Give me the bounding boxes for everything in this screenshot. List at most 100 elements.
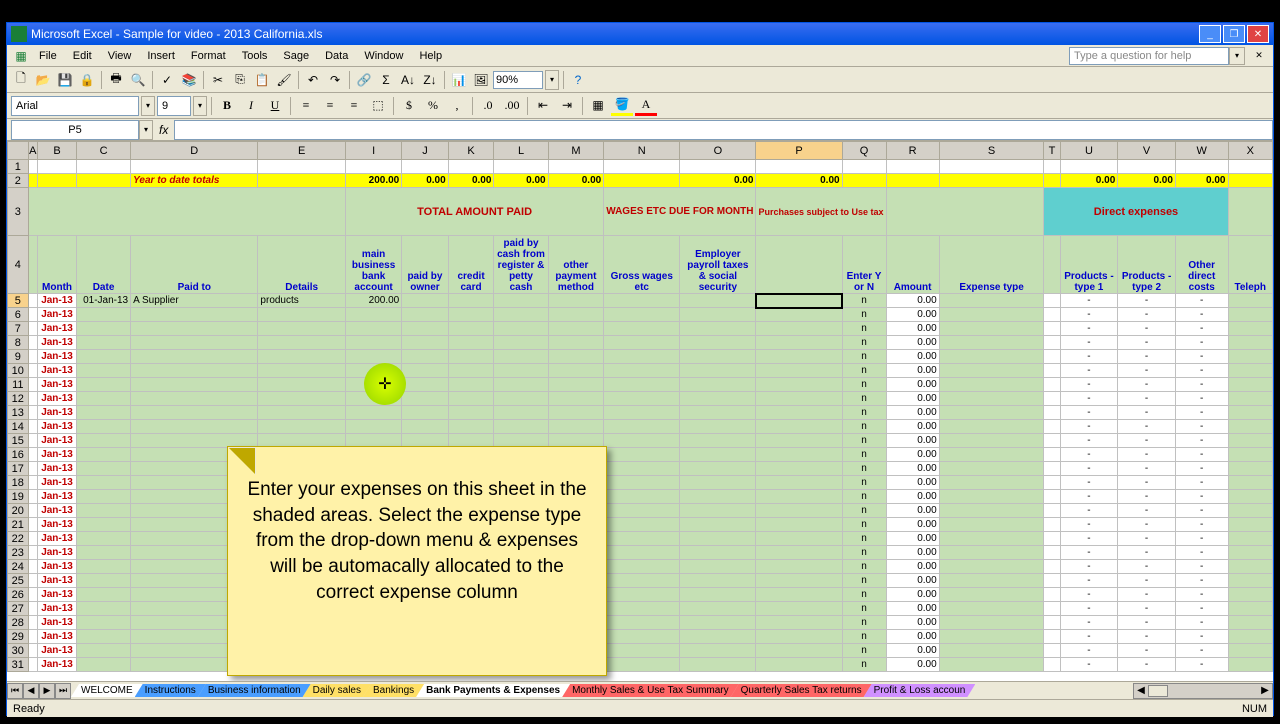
font-color-icon[interactable]: A — [635, 96, 657, 116]
hyperlink-icon[interactable]: 🔗 — [354, 70, 374, 90]
copy-icon[interactable]: ⎘ — [230, 70, 250, 90]
col-header-T[interactable]: T — [1044, 142, 1060, 160]
new-icon[interactable]: 🗋 — [11, 70, 31, 90]
menu-help[interactable]: Help — [411, 48, 450, 64]
tab-daily-sales[interactable]: Daily sales — [303, 684, 371, 697]
currency-icon[interactable]: $ — [398, 96, 420, 116]
help-dropdown[interactable]: ▾ — [1229, 47, 1245, 65]
print-icon[interactable]: 🖶 — [106, 70, 126, 90]
col-header-E[interactable]: E — [258, 142, 346, 160]
tab-prev-icon[interactable]: ◀ — [23, 683, 39, 699]
tab-profit-&-loss-accoun[interactable]: Profit & Loss accoun — [864, 684, 976, 697]
italic-button[interactable]: I — [240, 96, 262, 116]
col-header-V[interactable]: V — [1118, 142, 1176, 160]
paste-icon[interactable]: 📋 — [252, 70, 272, 90]
bold-button[interactable]: B — [216, 96, 238, 116]
namebox-dropdown[interactable]: ▾ — [139, 120, 153, 140]
align-left-icon[interactable]: ≡ — [295, 96, 317, 116]
col-header-P[interactable]: P — [756, 142, 842, 160]
col-header-A[interactable]: A — [28, 142, 37, 160]
tab-nav[interactable]: ⏮ ◀ ▶ ⏭ — [7, 683, 71, 699]
menu-file[interactable]: File — [31, 48, 65, 64]
help-icon[interactable]: ? — [568, 70, 588, 90]
col-header-D[interactable]: D — [131, 142, 258, 160]
col-header-L[interactable]: L — [494, 142, 548, 160]
fill-color-icon[interactable]: 🪣 — [611, 96, 633, 116]
col-header-S[interactable]: S — [939, 142, 1044, 160]
col-header-I[interactable]: I — [345, 142, 401, 160]
col-header-M[interactable]: M — [548, 142, 604, 160]
align-right-icon[interactable]: ≡ — [343, 96, 365, 116]
menu-window[interactable]: Window — [356, 48, 411, 64]
doc-close-button[interactable]: ✕ — [1249, 46, 1269, 66]
tab-business-information[interactable]: Business information — [198, 684, 311, 697]
col-header-W[interactable]: W — [1175, 142, 1228, 160]
menu-format[interactable]: Format — [183, 48, 234, 64]
dec-decimal-icon[interactable]: .00 — [501, 96, 523, 116]
spreadsheet-grid[interactable]: ABCDEIJKLMNOPQRSTUVWX12Year to date tota… — [7, 141, 1273, 681]
font-name[interactable]: Arial — [11, 96, 139, 116]
chart-icon[interactable]: 📊 — [449, 70, 469, 90]
menu-sage[interactable]: Sage — [275, 48, 317, 64]
permission-icon[interactable]: 🔒 — [77, 70, 97, 90]
save-icon[interactable]: 💾 — [55, 70, 75, 90]
col-header-K[interactable]: K — [448, 142, 494, 160]
maximize-button[interactable]: ❐ — [1223, 25, 1245, 43]
zoom-box[interactable]: 90% — [493, 71, 543, 89]
dec-indent-icon[interactable]: ⇤ — [532, 96, 554, 116]
col-header-X[interactable]: X — [1228, 142, 1273, 160]
inc-indent-icon[interactable]: ⇥ — [556, 96, 578, 116]
autosum-icon[interactable]: Σ — [376, 70, 396, 90]
merge-icon[interactable]: ⬚ — [367, 96, 389, 116]
comma-icon[interactable]: , — [446, 96, 468, 116]
drawing-icon[interactable]: 🖼 — [471, 70, 491, 90]
research-icon[interactable]: 📚 — [179, 70, 199, 90]
col-header-J[interactable]: J — [402, 142, 448, 160]
percent-icon[interactable]: % — [422, 96, 444, 116]
col-header-N[interactable]: N — [604, 142, 680, 160]
tab-instructions[interactable]: Instructions — [135, 684, 206, 697]
col-header-C[interactable]: C — [77, 142, 131, 160]
undo-icon[interactable]: ↶ — [303, 70, 323, 90]
tab-quarterly-sales-tax-returns[interactable]: Quarterly Sales Tax returns — [731, 684, 872, 697]
fx-icon[interactable]: fx — [159, 123, 168, 137]
inc-decimal-icon[interactable]: .0 — [477, 96, 499, 116]
tab-next-icon[interactable]: ▶ — [39, 683, 55, 699]
horizontal-scrollbar[interactable]: ◀ ▶ — [1133, 683, 1273, 699]
font-dropdown[interactable]: ▾ — [141, 96, 155, 116]
sort-desc-icon[interactable]: Z↓ — [420, 70, 440, 90]
close-button[interactable]: ✕ — [1247, 25, 1269, 43]
tab-monthly-sales-&-use-tax-summary[interactable]: Monthly Sales & Use Tax Summary — [562, 684, 739, 697]
menu-view[interactable]: View — [100, 48, 140, 64]
tab-bank-payments-&-expenses[interactable]: Bank Payments & Expenses — [416, 684, 570, 697]
format-painter-icon[interactable]: 🖌 — [274, 70, 294, 90]
help-search[interactable]: Type a question for help — [1069, 47, 1229, 65]
tab-bankings[interactable]: Bankings — [363, 684, 424, 697]
menu-data[interactable]: Data — [317, 48, 356, 64]
col-header-O[interactable]: O — [680, 142, 756, 160]
size-dropdown[interactable]: ▾ — [193, 96, 207, 116]
menu-edit[interactable]: Edit — [65, 48, 100, 64]
align-center-icon[interactable]: ≡ — [319, 96, 341, 116]
col-header-U[interactable]: U — [1060, 142, 1118, 160]
cut-icon[interactable]: ✂ — [208, 70, 228, 90]
minimize-button[interactable]: _ — [1199, 25, 1221, 43]
tab-first-icon[interactable]: ⏮ — [7, 683, 23, 699]
redo-icon[interactable]: ↷ — [325, 70, 345, 90]
tab-welcome[interactable]: WELCOME — [71, 684, 143, 697]
col-header-Q[interactable]: Q — [842, 142, 886, 160]
borders-icon[interactable]: ▦ — [587, 96, 609, 116]
col-header-B[interactable]: B — [38, 142, 77, 160]
spell-icon[interactable]: ✓ — [157, 70, 177, 90]
open-icon[interactable]: 📂 — [33, 70, 53, 90]
excel-menu-icon[interactable]: ▦ — [11, 46, 31, 66]
font-size[interactable]: 9 — [157, 96, 191, 116]
sort-asc-icon[interactable]: A↓ — [398, 70, 418, 90]
underline-button[interactable]: U — [264, 96, 286, 116]
preview-icon[interactable]: 🔍 — [128, 70, 148, 90]
col-header-R[interactable]: R — [886, 142, 939, 160]
zoom-dropdown[interactable]: ▾ — [545, 70, 559, 90]
formula-input[interactable] — [174, 120, 1273, 140]
menu-tools[interactable]: Tools — [234, 48, 276, 64]
tab-last-icon[interactable]: ⏭ — [55, 683, 71, 699]
